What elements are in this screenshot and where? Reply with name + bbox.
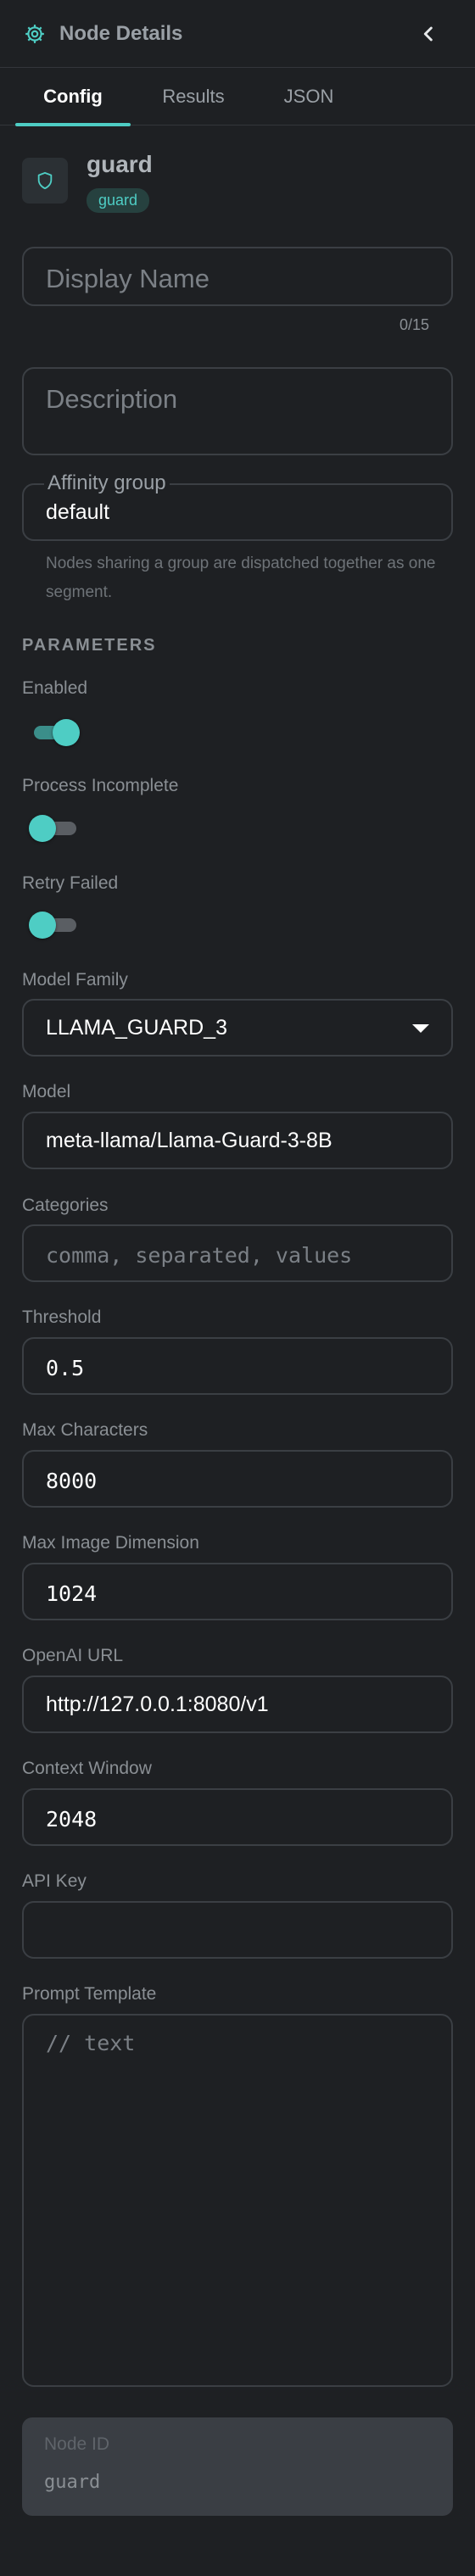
api-key-input[interactable]	[22, 1901, 453, 1959]
context-window-value: 2048	[46, 1807, 98, 1832]
max-image-dimension-label: Max Image Dimension	[22, 1533, 199, 1553]
process-incomplete-label: Process Incomplete	[22, 776, 179, 795]
threshold-label: Threshold	[22, 1308, 102, 1327]
toggle-thumb	[53, 719, 80, 746]
affinity-group-field[interactable]: Affinity group default	[22, 471, 453, 541]
chevron-left-icon[interactable]	[417, 22, 441, 46]
max-characters-label: Max Characters	[22, 1420, 148, 1440]
affinity-group-helper: Nodes sharing a group are dispatched tog…	[46, 555, 436, 601]
node-name: guard	[87, 151, 153, 177]
openai-url-label: OpenAI URL	[22, 1646, 124, 1665]
tab-results[interactable]: Results	[142, 68, 244, 125]
tab-json[interactable]: JSON	[265, 68, 353, 125]
threshold-input[interactable]: 0.5	[22, 1337, 453, 1395]
panel-header: Node Details	[0, 0, 475, 68]
categories-label: Categories	[22, 1196, 109, 1215]
node-id-label: Node ID	[44, 2434, 110, 2454]
context-window-label: Context Window	[22, 1759, 152, 1778]
openai-url-value: http://127.0.0.1:8080/v1	[46, 1692, 269, 1716]
tab-bar: Config Results JSON	[0, 68, 475, 126]
max-image-dimension-value: 1024	[46, 1581, 98, 1606]
affinity-group-value: default	[46, 500, 110, 524]
context-window-input[interactable]: 2048	[22, 1788, 453, 1846]
model-input[interactable]: meta-llama/Llama-Guard-3-8B	[22, 1112, 453, 1169]
model-family-select[interactable]: LLAMA_GUARD_3	[22, 999, 453, 1057]
prompt-template-editor[interactable]: // text	[22, 2014, 453, 2387]
max-image-dimension-input[interactable]: 1024	[22, 1563, 453, 1620]
categories-input[interactable]: comma, separated, values	[22, 1224, 453, 1282]
enabled-label: Enabled	[22, 678, 88, 698]
node-id-value: guard	[44, 2472, 101, 2493]
max-characters-input[interactable]: 8000	[22, 1450, 453, 1508]
model-family-value: LLAMA_GUARD_3	[46, 1016, 227, 1040]
parameters-heading: PARAMETERS	[22, 636, 157, 655]
tab-config[interactable]: Config	[15, 68, 131, 126]
toggle-thumb	[29, 815, 56, 842]
openai-url-input[interactable]: http://127.0.0.1:8080/v1	[22, 1676, 453, 1733]
enabled-toggle[interactable]	[29, 714, 80, 751]
description-field[interactable]: Description	[22, 367, 453, 455]
dropdown-arrow-icon	[412, 1024, 429, 1033]
retry-failed-label: Retry Failed	[22, 873, 119, 893]
retry-failed-toggle[interactable]	[29, 906, 78, 944]
prompt-template-placeholder: // text	[46, 2031, 136, 2055]
threshold-value: 0.5	[46, 1356, 85, 1380]
display-name-field[interactable]: Display Name	[22, 247, 453, 306]
node-id-field: Node ID guard	[22, 2417, 453, 2516]
node-type-badge: guard	[87, 188, 150, 213]
affinity-group-label: Affinity group	[44, 471, 170, 495]
prompt-template-label: Prompt Template	[22, 1984, 157, 2004]
display-name-counter: 0/15	[399, 316, 429, 333]
model-family-label: Model Family	[22, 970, 128, 990]
toggle-thumb	[29, 912, 56, 939]
display-name-placeholder: Display Name	[46, 264, 210, 293]
api-key-label: API Key	[22, 1871, 87, 1891]
shield-icon	[22, 158, 68, 204]
process-incomplete-toggle[interactable]	[29, 810, 78, 847]
categories-placeholder: comma, separated, values	[46, 1243, 353, 1268]
model-value: meta-llama/Llama-Guard-3-8B	[46, 1129, 332, 1152]
panel-title: Node Details	[59, 21, 183, 45]
gear-icon	[24, 23, 46, 45]
description-placeholder: Description	[46, 384, 178, 414]
max-characters-value: 8000	[46, 1469, 98, 1493]
model-label: Model	[22, 1082, 71, 1101]
